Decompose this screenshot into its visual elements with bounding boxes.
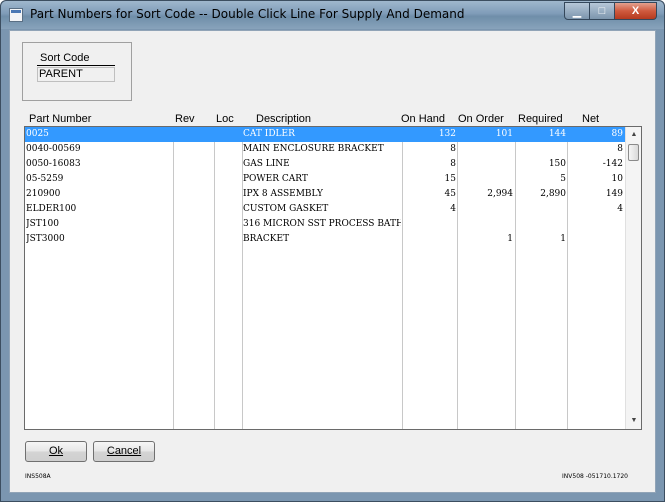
cell-on-hand: 15 xyxy=(444,174,456,184)
title-bar[interactable]: Part Numbers for Sort Code -- Double Cli… xyxy=(1,1,664,29)
cancel-button[interactable]: Cancel xyxy=(93,441,155,462)
cell-required: 144 xyxy=(548,129,566,139)
scroll-up-icon[interactable]: ▲ xyxy=(626,128,641,142)
cell-on-hand: 45 xyxy=(444,189,456,199)
cell-net: 89 xyxy=(611,129,623,139)
cell-description: BRACKET xyxy=(243,234,290,244)
window-title: Part Numbers for Sort Code -- Double Cli… xyxy=(30,7,465,21)
maximize-button[interactable]: □ xyxy=(590,2,615,20)
sort-code-label: Sort Code xyxy=(40,52,90,64)
column-header-rev[interactable]: Rev xyxy=(175,113,195,125)
column-header-required[interactable]: Required xyxy=(518,113,563,125)
table-row[interactable]: 0025 CAT IDLER 132 101 144 89 xyxy=(25,127,625,142)
cell-part-number: 0040-00569 xyxy=(26,144,81,154)
table-row[interactable]: JST3000 BRACKET 1 1 xyxy=(25,232,625,247)
cell-part-number: ELDER100 xyxy=(26,204,77,214)
cell-on-order: 2,994 xyxy=(487,189,513,199)
cell-description: MAIN ENCLOSURE BRACKET xyxy=(243,144,384,154)
dialog-client-area: Sort Code PARENT Part Number Rev Loc Des… xyxy=(9,30,656,493)
cell-net: 4 xyxy=(617,204,623,214)
column-header-description[interactable]: Description xyxy=(256,113,311,125)
cell-part-number: 210900 xyxy=(26,189,61,199)
cell-part-number: 0050-16083 xyxy=(26,159,81,169)
cell-part-number: JST3000 xyxy=(26,234,65,244)
footer-screen-code: INS508A xyxy=(25,473,51,480)
table-row[interactable]: JST100 316 MICRON SST PROCESS BATH xyxy=(25,217,625,232)
column-header-on-order[interactable]: On Order xyxy=(458,113,504,125)
cell-description: POWER CART xyxy=(243,174,308,184)
cell-part-number: 05-5259 xyxy=(26,174,64,184)
cell-description: 316 MICRON SST PROCESS BATH xyxy=(243,219,401,229)
cell-net: 10 xyxy=(611,174,623,184)
sort-code-field[interactable]: PARENT xyxy=(37,67,115,82)
cell-net: 149 xyxy=(605,189,623,199)
cell-description: GAS LINE xyxy=(243,159,290,169)
cell-description: CAT IDLER xyxy=(243,129,295,139)
ok-button[interactable]: Ok xyxy=(25,441,87,462)
table-row[interactable]: 05-5259 POWER CART 15 5 10 xyxy=(25,172,625,187)
cell-on-hand: 132 xyxy=(438,129,456,139)
cell-on-order: 1 xyxy=(507,234,513,244)
cell-required: 1 xyxy=(560,234,566,244)
maximize-icon: □ xyxy=(598,5,606,17)
table-row[interactable]: 0040-00569 MAIN ENCLOSURE BRACKET 8 8 xyxy=(25,142,625,157)
minimize-button[interactable]: ▁ xyxy=(564,2,590,20)
cell-part-number: 0025 xyxy=(26,129,49,139)
table-row[interactable]: ELDER100 CUSTOM GASKET 4 4 xyxy=(25,202,625,217)
window-controls: ▁ □ X xyxy=(564,2,657,20)
cell-description: CUSTOM GASKET xyxy=(243,204,329,214)
parts-table[interactable]: 0025 CAT IDLER 132 101 144 89 0040-00569 MAIN E… xyxy=(24,126,642,430)
sort-code-group: Sort Code PARENT xyxy=(22,42,132,101)
column-header-loc[interactable]: Loc xyxy=(216,113,234,125)
close-icon: X xyxy=(631,5,640,17)
cell-part-number: JST100 xyxy=(26,219,59,229)
vertical-scrollbar[interactable]: ▲ ▼ xyxy=(625,127,641,429)
table-row[interactable]: 0050-16083 GAS LINE 8 150 -142 xyxy=(25,157,625,172)
column-header-on-hand[interactable]: On Hand xyxy=(401,113,445,125)
table-row[interactable]: 210900 IPX 8 ASSEMBLY 45 2,994 2,890 149 xyxy=(25,187,625,202)
cell-required: 2,890 xyxy=(540,189,566,199)
close-button[interactable]: X xyxy=(615,2,657,20)
dialog-window: Part Numbers for Sort Code -- Double Cli… xyxy=(0,0,665,502)
column-header-part-number[interactable]: Part Number xyxy=(29,113,91,125)
cell-on-order: 101 xyxy=(495,129,513,139)
window-app-icon xyxy=(9,8,23,22)
minimize-icon: ▁ xyxy=(572,5,582,18)
cell-description: IPX 8 ASSEMBLY xyxy=(243,189,323,199)
cell-required: 150 xyxy=(548,159,566,169)
cell-required: 5 xyxy=(560,174,566,184)
scroll-down-icon[interactable]: ▼ xyxy=(626,414,641,428)
column-header-net[interactable]: Net xyxy=(582,113,599,125)
cell-on-hand: 8 xyxy=(450,144,456,154)
footer-version-code: INV508 -051710.1720 xyxy=(562,473,628,480)
sort-code-divider xyxy=(37,65,115,66)
cell-net: 8 xyxy=(617,144,623,154)
cell-on-hand: 4 xyxy=(450,204,456,214)
scrollbar-thumb[interactable] xyxy=(628,144,639,161)
cell-net: -142 xyxy=(602,159,623,169)
cell-on-hand: 8 xyxy=(450,159,456,169)
